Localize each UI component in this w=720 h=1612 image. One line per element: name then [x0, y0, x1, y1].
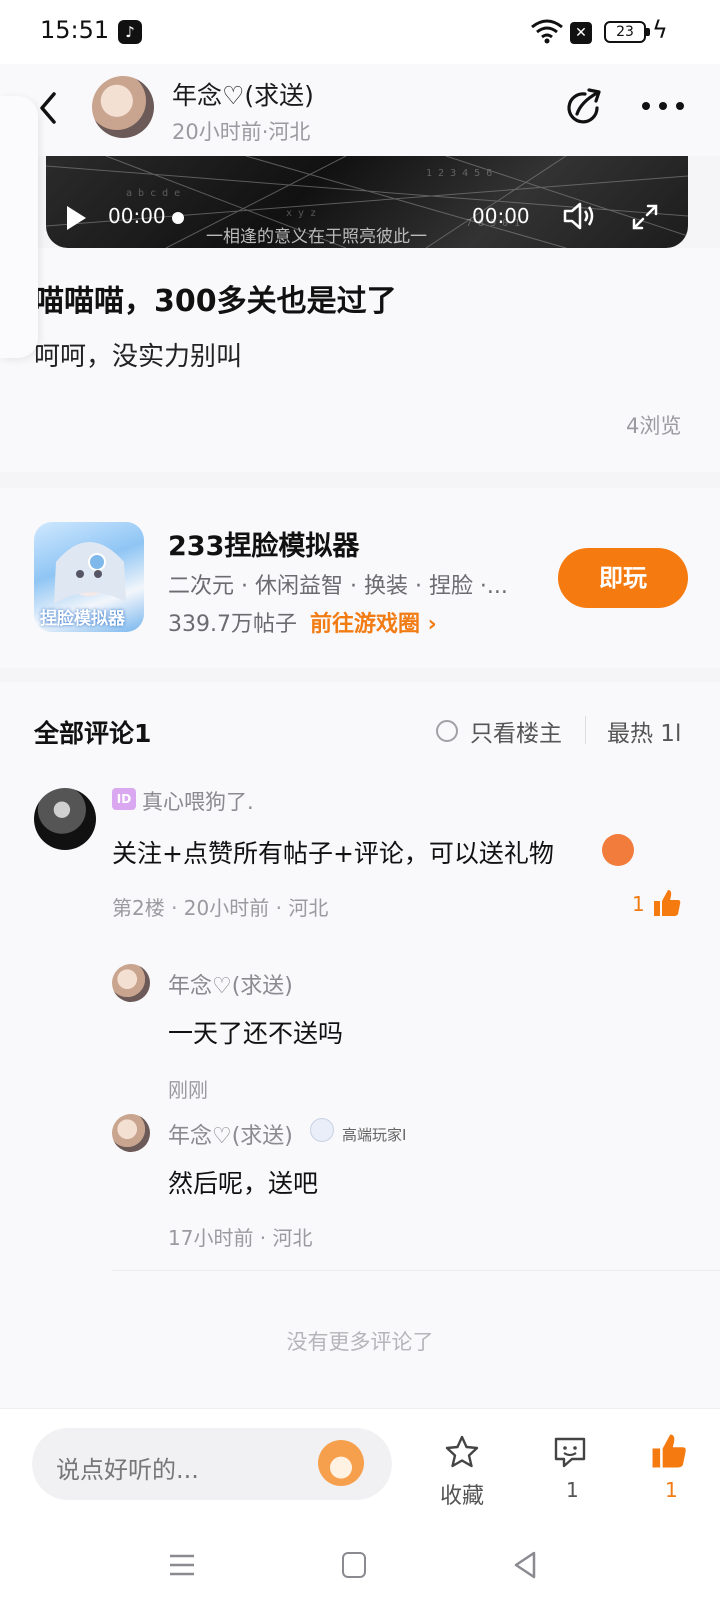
play-icon[interactable]: [64, 204, 88, 232]
reply-author-name[interactable]: 年念♡(求送): [168, 968, 293, 1000]
game-circle-link[interactable]: 前往游戏圈 ›: [310, 606, 437, 638]
game-name[interactable]: 233捏脸模拟器: [168, 524, 359, 563]
id-badge-icon: ID: [112, 788, 136, 810]
thumbs-up-icon[interactable]: [650, 1432, 688, 1470]
no-sim-icon: ✕: [570, 22, 592, 44]
favorite-label[interactable]: 收藏: [440, 1478, 484, 1510]
home-icon[interactable]: [342, 1552, 366, 1578]
back-triangle-icon[interactable]: [512, 1550, 538, 1580]
emoji-sticker-icon: [602, 834, 634, 866]
comments-title: 全部评论1: [34, 719, 152, 748]
video-current-time: 00:00: [108, 204, 166, 228]
reply-author-name[interactable]: 年念♡(求送): [168, 1118, 293, 1150]
mascot-emoji-icon[interactable]: [318, 1440, 364, 1486]
like-count: 1: [665, 1478, 678, 1502]
reply-text[interactable]: 一天了还不送吗: [168, 1014, 343, 1050]
comment-text[interactable]: 关注+点赞所有帖子+评论，可以送礼物: [112, 834, 554, 870]
sort-toggle[interactable]: 最热 1l: [607, 714, 681, 748]
reply-text[interactable]: 然后呢，送吧: [168, 1164, 318, 1200]
post-view-count: 4浏览: [626, 414, 682, 438]
battery-tip: [646, 28, 650, 36]
volume-icon[interactable]: [562, 200, 596, 232]
author-meta: 20小时前·河北: [172, 120, 311, 144]
thumbs-up-icon[interactable]: [652, 888, 682, 918]
sort-divider: [585, 716, 586, 744]
game-tags: 二次元 · 休闲益智 · 换装 · 捏脸 ·...: [168, 574, 508, 599]
author-name[interactable]: 年念♡(求送): [172, 76, 314, 112]
no-more-comments: 没有更多评论了: [286, 1330, 434, 1354]
player-badge-label: 高端玩家I: [342, 1126, 407, 1144]
play-now-button[interactable]: 即玩: [558, 548, 688, 608]
menu-icon[interactable]: [168, 1554, 196, 1576]
more-options-icon[interactable]: [640, 100, 686, 112]
post-text: 呵呵，没实力别叫: [34, 342, 243, 372]
commenter-avatar[interactable]: [34, 788, 96, 850]
game-icon-text: 捏脸模拟器: [40, 609, 125, 629]
game-post-count: 339.7万帖子: [168, 612, 297, 637]
video-progress-handle[interactable]: [172, 212, 184, 224]
reply-meta: 17小时前 · 河北: [168, 1226, 313, 1250]
reply-avatar[interactable]: [112, 1114, 150, 1152]
comments-section: [0, 682, 720, 1412]
player-badge-icon: [310, 1118, 334, 1142]
back-arrow-icon[interactable]: [36, 88, 60, 128]
svg-text:a b c d e: a b c d e: [126, 188, 180, 199]
svg-text:1 2 3 4 5 6: 1 2 3 4 5 6: [426, 168, 492, 179]
svg-text:x y z: x y z: [286, 208, 316, 219]
reply-meta: 刚刚: [168, 1078, 208, 1102]
video-duration: 00:00: [472, 204, 530, 228]
tiktok-notification-icon: ♪: [118, 20, 142, 44]
only-op-radio[interactable]: [436, 720, 458, 742]
comment-input-placeholder[interactable]: 说点好听的...: [56, 1450, 199, 1485]
only-op-label[interactable]: 只看楼主: [470, 714, 562, 748]
status-time: 15:51: [40, 16, 110, 44]
video-subtitle: 一相逢的意义在于照亮彼此一: [206, 227, 427, 247]
post-title: 喵喵喵，300多关也是过了: [34, 284, 397, 319]
wifi-icon: [531, 19, 563, 44]
share-icon[interactable]: [563, 86, 605, 128]
comment-meta: 第2楼 · 20小时前 · 河北: [112, 896, 329, 920]
battery-icon: 23: [604, 21, 646, 43]
author-avatar[interactable]: [92, 76, 154, 138]
comment-count: 1: [566, 1478, 579, 1502]
charging-icon: ϟ: [652, 16, 668, 44]
comment-like-count: 1: [632, 892, 645, 916]
reply-divider: [112, 1270, 720, 1271]
fullscreen-icon[interactable]: [632, 204, 658, 230]
floating-side-panel: [0, 96, 38, 358]
commenter-name[interactable]: 真心喂狗了.: [142, 786, 254, 816]
star-icon[interactable]: [444, 1434, 480, 1470]
comment-icon[interactable]: [552, 1434, 588, 1470]
reply-avatar[interactable]: [112, 964, 150, 1002]
